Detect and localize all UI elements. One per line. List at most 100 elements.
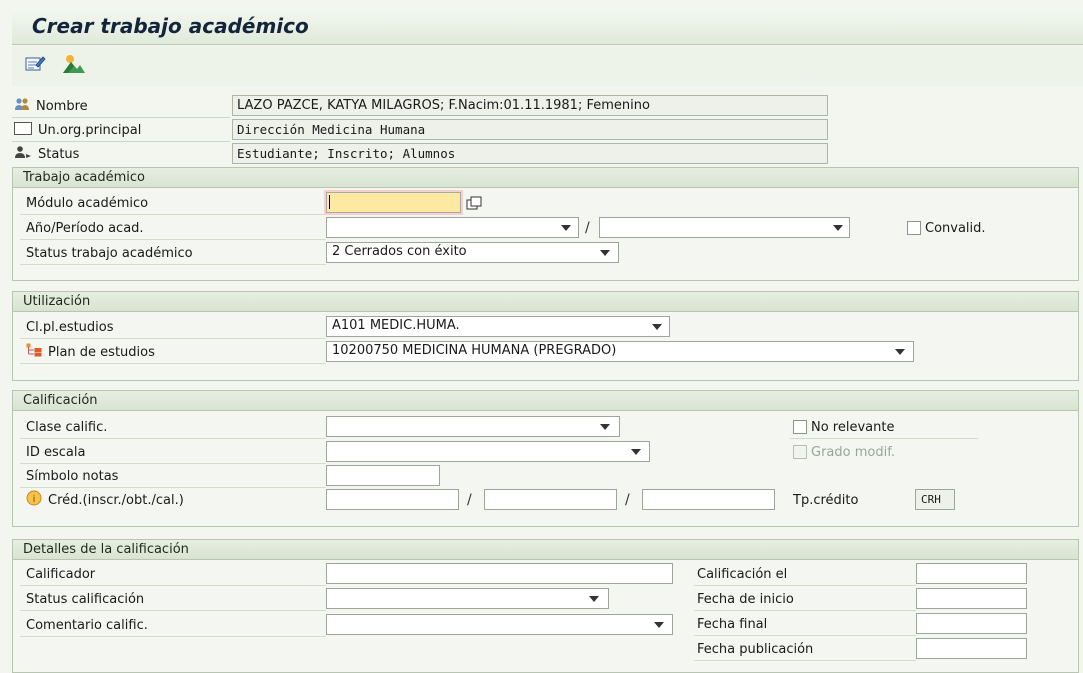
grado-modif-checkbox bbox=[793, 445, 807, 459]
plan-row: Plan de estudios bbox=[26, 341, 155, 363]
unorg-label: Un.org.principal bbox=[38, 122, 142, 138]
divider bbox=[790, 438, 978, 439]
fecha-final-label: Fecha final bbox=[697, 616, 768, 632]
cred-cal-input[interactable] bbox=[642, 489, 775, 510]
cred-label: Créd.(inscr./obt./cal.) bbox=[48, 492, 184, 508]
divider bbox=[20, 636, 326, 637]
calif-el-input[interactable] bbox=[916, 563, 1027, 584]
group-title: Calificación bbox=[13, 391, 1078, 411]
chevron-down-icon[interactable] bbox=[652, 324, 662, 330]
unorg-row: Un.org.principal bbox=[12, 119, 230, 141]
group-title: Utilización bbox=[13, 292, 1078, 312]
id-escala-select[interactable] bbox=[326, 441, 650, 462]
calif-el-label: Calificación el bbox=[697, 566, 788, 582]
divider bbox=[20, 610, 326, 611]
svg-text:i: i bbox=[33, 494, 36, 505]
simbolo-input[interactable] bbox=[326, 465, 440, 486]
chevron-down-icon[interactable] bbox=[561, 225, 571, 231]
modulo-input[interactable] bbox=[326, 192, 461, 213]
plan-select[interactable]: 10200750 MEDICINA HUMANA (PREGRADO) bbox=[326, 341, 914, 362]
person-arrow-icon bbox=[14, 145, 32, 163]
comentario-label: Comentario calific. bbox=[26, 617, 148, 633]
fecha-publicacion-label: Fecha publicación bbox=[697, 641, 814, 657]
status-calificacion-label: Status calificación bbox=[26, 591, 145, 607]
divider bbox=[12, 141, 230, 142]
slash-separator: / bbox=[585, 220, 590, 236]
clpl-label: Cl.pl.estudios bbox=[26, 319, 114, 335]
divider bbox=[694, 585, 916, 586]
no-relevante-checkbox[interactable] bbox=[793, 420, 807, 434]
calificador-input[interactable] bbox=[326, 563, 673, 584]
no-relevante-label: No relevante bbox=[811, 419, 895, 435]
calificador-label: Calificador bbox=[26, 566, 96, 582]
divider bbox=[20, 463, 326, 464]
org-unit-icon bbox=[14, 121, 32, 139]
clase-calific-label: Clase calific. bbox=[26, 419, 108, 435]
chevron-down-icon[interactable] bbox=[654, 622, 664, 628]
chevron-down-icon[interactable] bbox=[833, 225, 843, 231]
clase-calific-select[interactable] bbox=[326, 416, 620, 437]
divider bbox=[20, 239, 326, 240]
status-calificacion-select[interactable] bbox=[326, 588, 609, 609]
fecha-publicacion-input[interactable] bbox=[916, 638, 1027, 659]
fecha-final-input[interactable] bbox=[916, 613, 1027, 634]
divider bbox=[20, 264, 326, 265]
matchcode-icon[interactable] bbox=[463, 192, 485, 213]
info-coin-icon: i bbox=[26, 490, 42, 510]
convalid-label: Convalid. bbox=[925, 220, 986, 236]
divider bbox=[12, 117, 230, 118]
divider bbox=[694, 660, 916, 661]
cred-obt-input[interactable] bbox=[484, 489, 617, 510]
divider bbox=[20, 487, 326, 488]
status-label: Status bbox=[38, 146, 80, 162]
status-trabajo-label: Status trabajo académico bbox=[26, 245, 193, 261]
nombre-label: Nombre bbox=[36, 98, 88, 114]
page-title: Crear trabajo académico bbox=[32, 14, 309, 38]
slash-separator: / bbox=[625, 492, 630, 508]
divider bbox=[20, 214, 326, 215]
comentario-select[interactable] bbox=[326, 614, 673, 635]
chevron-down-icon[interactable] bbox=[600, 250, 610, 256]
simbolo-label: Símbolo notas bbox=[26, 468, 119, 484]
chevron-down-icon[interactable] bbox=[895, 349, 905, 355]
periodo-select[interactable] bbox=[599, 217, 850, 238]
group-title: Detalles de la calificación bbox=[13, 540, 1078, 560]
chevron-down-icon[interactable] bbox=[589, 596, 599, 602]
chevron-down-icon[interactable] bbox=[600, 424, 610, 430]
plan-label: Plan de estudios bbox=[48, 344, 155, 360]
nombre-value: LAZO PAZCE, KATYA MILAGROS; F.Nacim:01.1… bbox=[232, 95, 828, 116]
overview-image-icon[interactable] bbox=[62, 53, 85, 75]
anio-select[interactable] bbox=[326, 217, 579, 238]
text-cursor bbox=[329, 195, 330, 209]
unorg-value: Dirección Medicina Humana bbox=[232, 119, 828, 140]
status-trabajo-select[interactable]: 2 Cerrados con éxito bbox=[326, 242, 619, 263]
divider bbox=[20, 338, 326, 339]
status-value: Estudiante; Inscrito; Alumnos bbox=[232, 143, 828, 164]
cred-inscr-input[interactable] bbox=[326, 489, 459, 510]
divider bbox=[20, 585, 326, 586]
slash-separator: / bbox=[467, 492, 472, 508]
tp-credito-label: Tp.crédito bbox=[793, 492, 859, 508]
persons-icon bbox=[14, 97, 30, 115]
nombre-row: Nombre bbox=[12, 95, 230, 117]
divider bbox=[694, 635, 916, 636]
chevron-down-icon[interactable] bbox=[631, 449, 641, 455]
divider bbox=[694, 610, 916, 611]
divider bbox=[20, 363, 326, 364]
convalid-checkbox[interactable] bbox=[907, 221, 921, 235]
id-escala-label: ID escala bbox=[26, 444, 86, 460]
divider bbox=[20, 438, 326, 439]
grado-modif-label: Grado modif. bbox=[811, 444, 895, 460]
edit-note-icon[interactable] bbox=[24, 53, 46, 75]
tp-credito-value: CRH bbox=[915, 489, 955, 510]
cred-row: i Créd.(inscr./obt./cal.) bbox=[26, 489, 184, 511]
modulo-label: Módulo académico bbox=[26, 195, 149, 211]
application-toolbar bbox=[12, 46, 1083, 86]
fecha-inicio-label: Fecha de inicio bbox=[697, 591, 794, 607]
hierarchy-icon bbox=[26, 343, 42, 361]
status-row: Status bbox=[12, 143, 230, 165]
clpl-select[interactable]: A101 MEDIC.HUMA. bbox=[326, 316, 670, 337]
anio-label: Año/Período acad. bbox=[26, 220, 144, 236]
fecha-inicio-input[interactable] bbox=[916, 588, 1027, 609]
group-title: Trabajo académico bbox=[13, 168, 1078, 188]
